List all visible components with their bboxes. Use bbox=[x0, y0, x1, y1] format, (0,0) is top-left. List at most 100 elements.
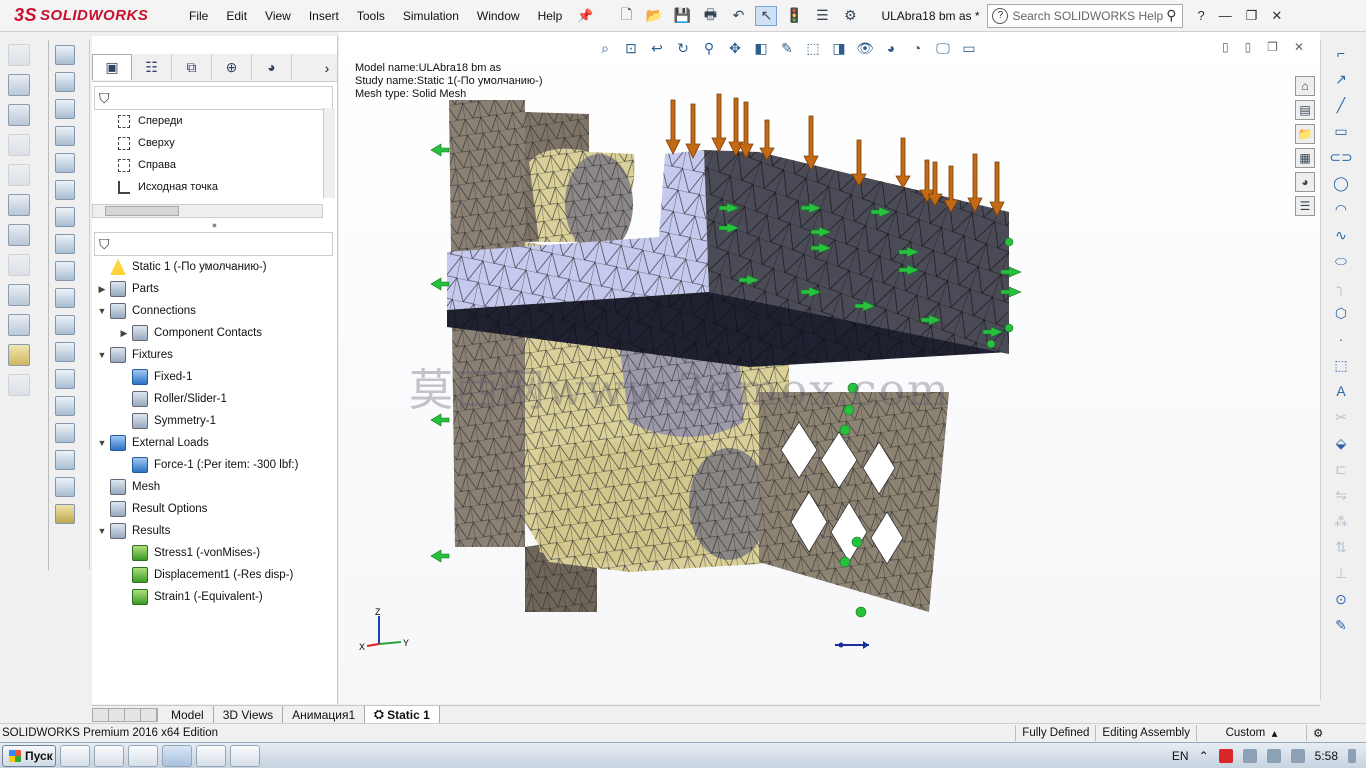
new-motion-study-icon[interactable] bbox=[55, 261, 75, 281]
study-tree-item[interactable]: Stress1 (-vonMises-) bbox=[92, 542, 337, 564]
expand-toggle-icon[interactable]: ▶ bbox=[116, 328, 132, 339]
print-icon[interactable]: 🖶 bbox=[699, 6, 721, 26]
design-library-icon[interactable]: ▤ bbox=[1295, 100, 1315, 120]
view-settings-icon[interactable]: 🖵 bbox=[933, 38, 953, 58]
external-loads-advisor-icon[interactable] bbox=[8, 134, 30, 156]
zoom-to-area-icon[interactable]: ⊡ bbox=[621, 38, 641, 58]
flag-notification-icon[interactable] bbox=[1242, 748, 1257, 763]
reference-geometry-icon[interactable] bbox=[55, 234, 75, 254]
feature-filter[interactable]: ⛉ bbox=[94, 86, 333, 110]
help-search-box[interactable]: ? Search SOLIDWORKS Help ⚲ bbox=[987, 3, 1184, 28]
show-desktop-icon[interactable] bbox=[1348, 748, 1356, 763]
appearances-icon[interactable]: ◕ bbox=[1295, 172, 1315, 192]
start-button[interactable]: Пуск bbox=[2, 744, 56, 767]
tab-dimxpert-manager[interactable]: ⊕ bbox=[212, 54, 252, 80]
view-palette-icon[interactable]: ▦ bbox=[1295, 148, 1315, 168]
units-selector[interactable]: Custom ▴ bbox=[1196, 724, 1306, 741]
save-icon[interactable]: 💾 bbox=[671, 6, 693, 26]
mate-icon[interactable] bbox=[55, 72, 75, 92]
compare-results-icon[interactable] bbox=[8, 314, 30, 336]
menu-help[interactable]: Help bbox=[529, 9, 572, 23]
study-tree-item[interactable]: ▼ Fixtures bbox=[92, 344, 337, 366]
study-tree-item[interactable]: ▶ Component Contacts bbox=[92, 322, 337, 344]
previous-view-icon[interactable]: ↩ bbox=[647, 38, 667, 58]
tab-static1[interactable]: ⛭ Static 1 bbox=[365, 706, 440, 723]
deformed-result-icon[interactable] bbox=[8, 284, 30, 306]
study-tree-item[interactable]: Mesh bbox=[92, 476, 337, 498]
trim-icon[interactable]: ✂ bbox=[1331, 408, 1351, 426]
menu-tools[interactable]: Tools bbox=[348, 9, 394, 23]
tabs-more-icon[interactable]: › bbox=[317, 54, 337, 81]
antivirus-icon[interactable] bbox=[1218, 748, 1233, 763]
study-tree-item[interactable]: Symmetry-1 bbox=[92, 410, 337, 432]
tray-expand-icon[interactable]: ⌃ bbox=[1199, 749, 1209, 763]
linear-pattern-icon[interactable] bbox=[55, 99, 75, 119]
expand-toggle-icon[interactable]: ▼ bbox=[94, 350, 110, 360]
display-style-icon[interactable]: ◨ bbox=[829, 38, 849, 58]
menu-view[interactable]: View bbox=[256, 9, 300, 23]
minimize-icon[interactable]: — bbox=[1219, 8, 1232, 23]
customize-statusbar-icon[interactable]: ⚙ bbox=[1306, 724, 1366, 741]
study-tree-item[interactable]: ▼ Connections bbox=[92, 300, 337, 322]
polygon-icon[interactable]: ⬡ bbox=[1331, 304, 1351, 322]
rotate-view-icon[interactable]: ↻ bbox=[673, 38, 693, 58]
zoom-in-out-icon[interactable]: ⚲ bbox=[699, 38, 719, 58]
show-hidden-icon[interactable] bbox=[55, 180, 75, 200]
edit-appearance-icon[interactable]: ◕ bbox=[881, 38, 901, 58]
results-advisor-icon[interactable] bbox=[8, 254, 30, 276]
menu-window[interactable]: Window bbox=[468, 9, 529, 23]
simulation-icon[interactable] bbox=[55, 450, 75, 470]
hide-show-items-icon[interactable]: 👁 bbox=[855, 38, 875, 58]
tab-display-manager[interactable]: ◕ bbox=[252, 54, 292, 80]
dynamic-annotation-icon[interactable]: ✎ bbox=[777, 38, 797, 58]
quick-snaps-icon[interactable]: ✎ bbox=[1331, 616, 1351, 634]
apply-scene-icon[interactable]: ◔ bbox=[907, 38, 927, 58]
scroll-thumb[interactable] bbox=[105, 206, 179, 216]
help-icon[interactable]: ? bbox=[1197, 8, 1204, 23]
smart-dimension-icon[interactable]: ↗ bbox=[1331, 70, 1351, 88]
tab-property-manager[interactable]: ☷ bbox=[132, 54, 172, 80]
rectangle-icon[interactable]: ▭ bbox=[1331, 122, 1351, 140]
tab-3d-views[interactable]: 3D Views bbox=[214, 706, 284, 723]
undo-icon[interactable]: ↶ bbox=[727, 6, 749, 26]
connections-advisor-icon[interactable] bbox=[8, 164, 30, 186]
solidworks-resources-icon[interactable]: ⌂ bbox=[1295, 76, 1315, 96]
centerline-icon[interactable]: ⬚ bbox=[1331, 356, 1351, 374]
shell-manager-icon[interactable] bbox=[8, 194, 30, 216]
sketch-icon[interactable]: ⌐ bbox=[1331, 44, 1351, 62]
offset-entities-icon[interactable]: ⊏ bbox=[1331, 460, 1351, 478]
folder-task-icon[interactable] bbox=[128, 744, 158, 767]
restore-icon[interactable]: ❐ bbox=[1246, 8, 1258, 24]
study-tree-item[interactable]: Roller/Slider-1 bbox=[92, 388, 337, 410]
tree-item-front-plane[interactable]: Спереди bbox=[92, 110, 337, 132]
study-tree-item[interactable]: Static 1 (-По умолчанию-) bbox=[92, 256, 337, 278]
study-tree-item[interactable]: ▼ Results bbox=[92, 520, 337, 542]
large-assembly-mode-icon[interactable] bbox=[55, 423, 75, 443]
spline-icon[interactable]: ∿ bbox=[1331, 226, 1351, 244]
custom-properties-icon[interactable]: ☰ bbox=[1295, 196, 1315, 216]
pan-icon[interactable]: ✥ bbox=[725, 38, 745, 58]
tree-item-origin[interactable]: Исходная точка bbox=[92, 176, 337, 198]
network-signal-icon[interactable] bbox=[1266, 748, 1281, 763]
study-tree-item[interactable]: Result Options bbox=[92, 498, 337, 520]
run-study-icon[interactable] bbox=[8, 224, 30, 246]
study-tree-item[interactable]: Strain1 (-Equivalent-) bbox=[92, 586, 337, 608]
menu-insert[interactable]: Insert bbox=[300, 9, 348, 23]
tree-vertical-scrollbar[interactable] bbox=[323, 108, 335, 198]
panel-splitter[interactable]: ● bbox=[92, 218, 337, 232]
menu-file[interactable]: File bbox=[180, 9, 217, 23]
study-advisor-icon[interactable] bbox=[8, 44, 30, 66]
take-snapshot-icon[interactable] bbox=[55, 396, 75, 416]
expand-toggle-icon[interactable]: ▶ bbox=[94, 284, 110, 295]
solidworks-logo[interactable]: 3S SOLIDWORKS bbox=[0, 0, 160, 32]
new-document-icon[interactable]: 🗋 bbox=[615, 6, 637, 26]
mirror-entities-icon[interactable]: ⇋ bbox=[1331, 486, 1351, 504]
expand-toggle-icon[interactable]: ▼ bbox=[94, 526, 110, 536]
line-icon[interactable]: ╱ bbox=[1331, 96, 1351, 114]
pin-icon[interactable]: 📌 bbox=[577, 8, 593, 24]
close-icon[interactable]: ✕ bbox=[1271, 8, 1282, 24]
search-input[interactable]: Search SOLIDWORKS Help bbox=[1012, 9, 1163, 23]
volume-icon[interactable] bbox=[1290, 748, 1305, 763]
ellipse-icon[interactable]: ⬭ bbox=[1331, 252, 1351, 270]
instant3d-icon[interactable] bbox=[55, 342, 75, 362]
